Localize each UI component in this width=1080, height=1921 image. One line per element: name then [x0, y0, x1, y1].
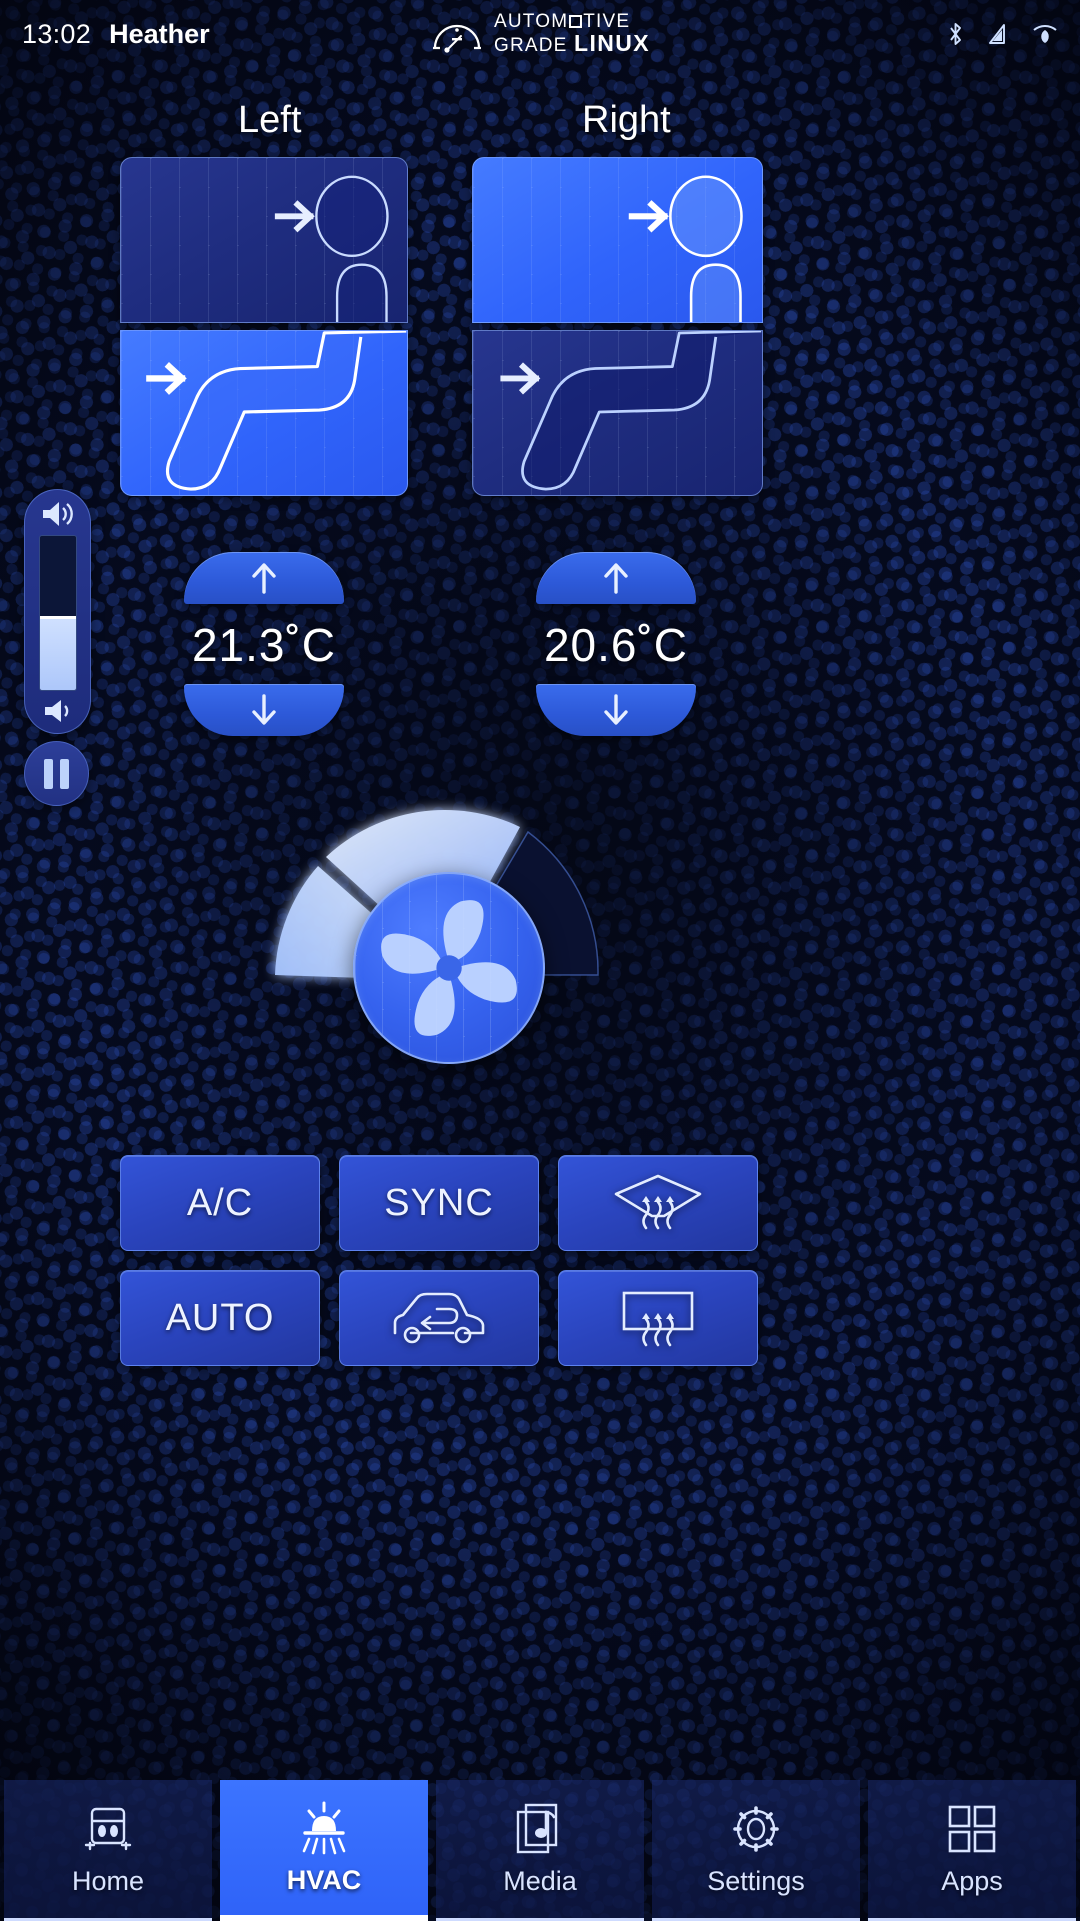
temperature-value-left: 21.3˚C [191, 619, 337, 671]
arrow-down-icon [252, 694, 276, 725]
face-vent-occupant-icon [628, 175, 743, 322]
wifi-icon [1033, 25, 1057, 43]
temp-up-button-left[interactable] [184, 552, 344, 604]
temp-down-button-right[interactable] [536, 684, 696, 736]
temperature-value-right: 20.6˚C [543, 619, 689, 671]
recirculate-button[interactable] [339, 1270, 539, 1366]
nav-item-home[interactable]: Home [4, 1780, 212, 1921]
gauge-icon [432, 24, 481, 53]
bottom-navigation: Home HVAC Media Settings Apps [0, 1780, 1080, 1921]
volume-fill [39, 616, 76, 690]
status-bar-icons [947, 21, 1058, 47]
ac-label: A/C [186, 1181, 254, 1224]
clock: 13:02 [22, 18, 92, 49]
zone-title-left: Left [238, 99, 302, 141]
status-bar-left: 13:02 Heather [0, 19, 210, 50]
front-defrost-button[interactable] [558, 1155, 758, 1251]
arrow-up-icon [252, 563, 276, 594]
gear-icon [729, 1801, 783, 1857]
nav-item-media[interactable]: Media [436, 1780, 644, 1921]
pause-icon [44, 758, 69, 789]
temp-down-button-left[interactable] [184, 684, 344, 736]
car-icon [80, 1801, 136, 1857]
volume-track[interactable] [38, 535, 77, 691]
feet-vent-legs-icon [500, 331, 762, 491]
airflow-right-face-vent[interactable] [472, 157, 763, 323]
hvac-toggle-grid: A/C SYNC AUTO [120, 1155, 880, 1366]
air-recirculation-icon [393, 1292, 485, 1344]
auto-label: AUTO [165, 1296, 275, 1339]
agl-logo: AUTOM TIVE GRADE LINUX [430, 10, 651, 56]
user-name: Heather [109, 18, 210, 49]
volume-down-icon [44, 700, 68, 722]
bluetooth-icon [950, 23, 961, 45]
airflow-right-feet-vent[interactable] [472, 330, 763, 496]
rear-window-defrost-icon [622, 1291, 694, 1347]
rear-defrost-button[interactable] [558, 1270, 758, 1366]
temperature-control-right: 20.6˚C [456, 552, 776, 736]
auto-button[interactable]: AUTO [120, 1270, 320, 1366]
temp-up-button-right[interactable] [536, 552, 696, 604]
cellular-signal-icon [989, 24, 1005, 44]
fan-knob-texture [355, 874, 543, 1062]
music-note-icon [514, 1801, 566, 1857]
pause-button[interactable] [24, 741, 89, 806]
nav-item-settings[interactable]: Settings [652, 1780, 860, 1921]
sync-label: SYNC [384, 1181, 494, 1224]
airflow-left-face-vent[interactable] [120, 157, 408, 323]
status-bar: 13:02 Heather AUTOM TIVE GRADE LINUX [0, 0, 1080, 68]
arrow-up-icon [604, 563, 628, 594]
nav-label-home: Home [71, 1866, 145, 1896]
ac-button[interactable]: A/C [120, 1155, 320, 1251]
agl-logo-line2: GRADE LINUX [493, 29, 651, 56]
nav-item-hvac[interactable]: HVAC [220, 1780, 428, 1921]
agl-logo-square [569, 15, 583, 29]
volume-slider[interactable] [24, 489, 91, 734]
volume-up-icon [42, 502, 73, 526]
nav-label-settings: Settings [707, 1866, 805, 1896]
agl-logo-automo: AUTOM [493, 10, 569, 32]
agl-logo-linux: LINUX [574, 29, 651, 56]
airflow-left-feet-vent[interactable] [120, 330, 408, 496]
face-vent-occupant-icon [274, 175, 389, 322]
zone-title-right: Right [582, 99, 671, 141]
arrow-down-icon [604, 694, 628, 725]
temperature-control-left: 21.3˚C [104, 552, 424, 736]
feet-vent-legs-icon [146, 331, 407, 491]
nav-label-media: Media [503, 1866, 577, 1896]
windshield-defrost-icon [614, 1174, 702, 1230]
nav-label-hvac: HVAC [286, 1864, 362, 1895]
grid-apps-icon [947, 1801, 997, 1857]
hvac-icon [295, 1800, 353, 1856]
sync-button[interactable]: SYNC [339, 1155, 539, 1251]
nav-label-apps: Apps [941, 1866, 1003, 1896]
fan-knob[interactable] [353, 872, 545, 1064]
fan-speed-dial[interactable] [258, 789, 628, 1089]
agl-logo-text: AUTOM TIVE GRADE LINUX [493, 10, 651, 56]
agl-logo-grade: GRADE [493, 34, 575, 56]
nav-item-apps[interactable]: Apps [868, 1780, 1076, 1921]
